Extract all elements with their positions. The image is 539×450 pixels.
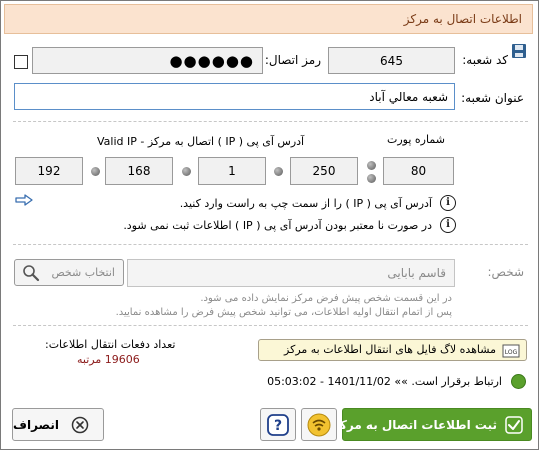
port-field[interactable]: 80 (383, 157, 454, 185)
branch-code-field[interactable]: 645 (328, 47, 455, 74)
floppy-save-icon[interactable] (511, 43, 527, 59)
magnifier-icon (22, 264, 40, 282)
person-help-1: در این قسمت شخص پیش فرض مرکز نمایش داده … (200, 293, 452, 304)
transfer-count-value: 19606 مرتبه (77, 353, 140, 366)
section-divider-3 (13, 325, 528, 326)
remember-checkbox[interactable] (14, 55, 28, 69)
branch-title-value: شعبه معالي آباد (369, 90, 448, 104)
separator-dot-icon (367, 174, 376, 183)
cancel-label: انصراف (13, 418, 59, 432)
section-divider-1 (13, 121, 528, 122)
password-dots: ●●●●●● (169, 52, 254, 70)
info-icon: i (440, 217, 456, 233)
help-icon: ? (266, 413, 290, 437)
arrow-right-icon (15, 191, 33, 206)
separator-dot-icon (274, 167, 283, 176)
connection-settings-window: اطلاعات اتصال به مرکز کد شعبه: 645 رمز ا… (0, 0, 539, 450)
status-indicator-icon (511, 374, 526, 389)
title-bar: اطلاعات اتصال به مرکز (4, 4, 533, 34)
window-title: اطلاعات اتصال به مرکز (403, 12, 522, 26)
svg-text:?: ? (274, 418, 282, 434)
wifi-icon (307, 413, 331, 437)
network-test-button[interactable] (301, 408, 337, 441)
ip-octet-3[interactable]: 1 (198, 157, 266, 185)
person-value: قاسم بابایی (387, 266, 446, 280)
ip-octet-2[interactable]: 168 (105, 157, 173, 185)
save-connection-button[interactable]: ثبت اطلاعات اتصال به مرکز (332, 408, 532, 441)
ip-octet-1[interactable]: 192 (15, 157, 83, 185)
svg-text:LOG: LOG (505, 349, 518, 356)
ip-note-1: آدرس آی پی ( IP ) را از سمت چپ به راست و… (179, 197, 432, 210)
section-divider-2 (13, 244, 528, 245)
separator-dot-icon (91, 167, 100, 176)
person-help-2: پس از اتمام انتقال اولیه اطلاعات، می توا… (115, 307, 452, 318)
select-person-button[interactable]: انتخاب شخص (14, 259, 124, 286)
ip-octet-4[interactable]: 250 (290, 157, 358, 185)
branch-code-label: کد شعبه: (462, 53, 508, 67)
password-label: رمز اتصال: (264, 53, 321, 67)
info-icon: i (440, 195, 456, 211)
select-person-label: انتخاب شخص (51, 266, 115, 279)
password-field[interactable]: ●●●●●● (32, 47, 263, 74)
view-log-label: مشاهده لاگ فایل های انتقال اطلاعات به مر… (284, 343, 496, 356)
person-label: شخص: (487, 265, 524, 279)
separator-dot-icon (367, 161, 376, 170)
port-label: شماره پورت (387, 133, 445, 146)
connection-status-text: ارتباط برقرار است. »» 1401/11/02 - 05:03… (267, 375, 502, 388)
separator-dot-icon (182, 167, 191, 176)
close-icon (71, 416, 89, 434)
branch-title-label: عنوان شعبه: (461, 91, 524, 105)
cancel-button[interactable]: انصراف (12, 408, 104, 441)
help-button[interactable]: ? (260, 408, 296, 441)
ip-address-label: آدرس آی پی ( IP ) اتصال به مرکز - Valid … (97, 135, 305, 148)
check-icon (505, 416, 523, 434)
ip-note-2: در صورت نا معتبر بودن آدرس آی پی ( IP ) … (123, 219, 432, 232)
log-file-icon: LOG (502, 343, 520, 358)
transfer-count-label: تعداد دفعات انتقال اطلاعات: (45, 338, 176, 351)
branch-title-input[interactable]: شعبه معالي آباد (14, 83, 455, 110)
view-log-button[interactable]: LOG مشاهده لاگ فایل های انتقال اطلاعات ب… (258, 339, 527, 361)
save-connection-label: ثبت اطلاعات اتصال به مرکز (332, 418, 497, 432)
person-field[interactable]: قاسم بابایی (127, 259, 455, 287)
